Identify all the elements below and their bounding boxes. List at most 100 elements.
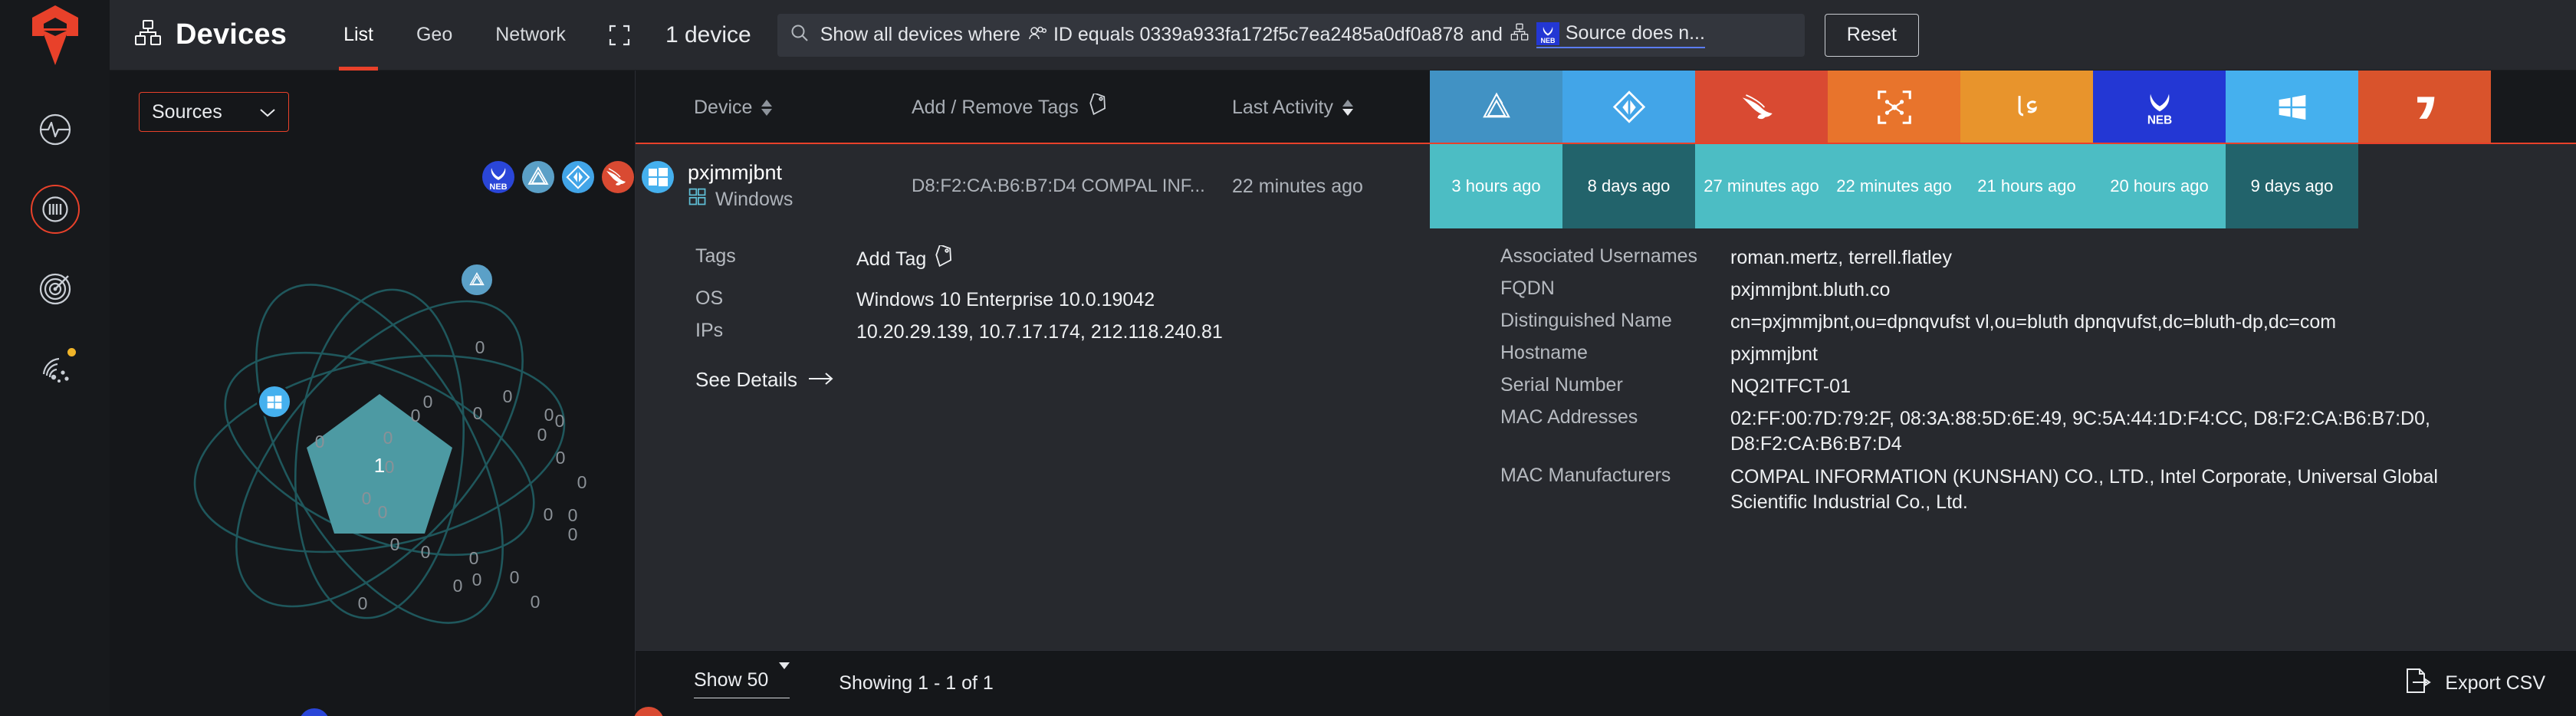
vectra-logo[interactable]	[25, 3, 86, 67]
expand-icon[interactable]	[603, 18, 636, 52]
export-csv-button[interactable]: Export CSV	[2405, 667, 2545, 700]
detail-label-ips: IPs	[695, 320, 724, 341]
detail-row-mac-manufacturers: MAC Manufacturers COMPAL INFORMATION (KU…	[1500, 465, 2541, 515]
sources-filter-label: Sources	[152, 100, 222, 123]
detail-label-mac-addresses: MAC Addresses	[1500, 406, 1638, 428]
main-column: Devices List Geo Network 1 device Show a…	[110, 0, 2576, 716]
tag-icon[interactable]	[1088, 91, 1108, 122]
detail-row-ips: IPs 10.20.29.139, 10.7.17.174, 212.118.2…	[695, 320, 1479, 345]
search-token-source-text: Source does n...	[1565, 22, 1705, 44]
export-csv-label: Export CSV	[2445, 672, 2545, 694]
top-bar: Devices List Geo Network 1 device Show a…	[110, 0, 2576, 71]
source-col-network-scan[interactable]	[1828, 71, 1960, 144]
svg-text:0: 0	[362, 488, 372, 508]
source-col-malwarebytes-neb[interactable]: NEB	[2093, 71, 2226, 144]
column-header-last-activity[interactable]: Last Activity	[1232, 71, 1430, 144]
tab-list-label: List	[343, 24, 373, 45]
crowdstrike-falcon-icon[interactable]	[602, 161, 634, 193]
svg-text:0: 0	[315, 432, 325, 452]
source-activity-tiles: 3 hours ago 8 days ago 27 minutes ago 22…	[1430, 144, 2491, 228]
sort-icon-desc[interactable]	[1342, 99, 1353, 116]
windows-icon	[688, 187, 708, 212]
svg-text:0: 0	[544, 405, 554, 425]
notification-dot	[67, 348, 76, 356]
windows-node[interactable]	[257, 384, 292, 419]
table-row[interactable]: pxjmmjbnt Windows D8:F2:CA:B6:B7:D4 COMP…	[636, 144, 2576, 228]
detail-label-os: OS	[695, 287, 724, 309]
sidebar-item-devices[interactable]	[30, 185, 80, 234]
column-header-device[interactable]: Device	[636, 71, 912, 144]
device-os-row: Windows	[688, 187, 793, 212]
sidebar-item-investigate[interactable]	[33, 347, 77, 391]
detail-label-fqdn: FQDN	[1500, 278, 1555, 299]
penrose-triangle-node[interactable]	[459, 262, 495, 297]
page-size-selector[interactable]: Show 50	[694, 662, 790, 698]
devices-tree-icon-small	[1510, 23, 1530, 47]
windows-icon[interactable]	[642, 161, 674, 193]
sidebar-item-activity[interactable]	[33, 107, 77, 152]
activity-tile-crowdstrike[interactable]: 27 minutes ago	[1695, 144, 1828, 228]
sort-icon[interactable]	[761, 99, 773, 116]
sources-filter-button[interactable]: Sources	[139, 92, 289, 132]
activity-tile-penrose[interactable]: 3 hours ago	[1430, 144, 1562, 228]
detail-value-associated-usernames: roman.mertz, terrell.flatley	[1730, 247, 1952, 268]
activity-tile-lastline[interactable]: 21 hours ago	[1960, 144, 2093, 228]
malwarebytes-neb-icon: NEB	[1536, 21, 1559, 45]
tab-network[interactable]: Network	[474, 0, 587, 71]
detail-row-associated-usernames: Associated Usernames roman.mertz, terrel…	[1500, 245, 2541, 271]
activity-tile-jamf[interactable]	[2358, 144, 2491, 228]
svg-text:0: 0	[358, 593, 368, 613]
penrose-triangle-icon[interactable]	[522, 161, 554, 193]
search-token-id: ID equals 0339a933fa172f5c7ea2485a0df0a8…	[1027, 24, 1464, 46]
malwarebytes-neb-node[interactable]: NEB	[297, 706, 332, 716]
crowdstrike-falcon-node[interactable]	[631, 705, 666, 716]
search-icon	[790, 23, 810, 47]
add-tag-button[interactable]: Add Tag	[856, 244, 954, 274]
tab-list[interactable]: List	[322, 0, 395, 71]
source-col-penrose[interactable]	[1430, 71, 1562, 144]
device-identity: pxjmmjbnt Windows	[688, 160, 793, 213]
column-header-tags-label: Add / Remove Tags	[912, 96, 1079, 118]
source-col-windows[interactable]	[2226, 71, 2358, 144]
column-header-device-label: Device	[694, 96, 753, 118]
svg-text:0: 0	[473, 403, 483, 423]
reset-button[interactable]: Reset	[1824, 13, 1919, 57]
source-col-crowdstrike[interactable]	[1695, 71, 1828, 144]
activity-tile-malwarebytes[interactable]: 20 hours ago	[2093, 144, 2226, 228]
malwarebytes-neb-icon[interactable]: NEB	[482, 161, 514, 193]
source-col-azure-ad[interactable]	[1562, 71, 1695, 144]
page-title: Devices	[176, 18, 288, 51]
source-col-lastline[interactable]	[1960, 71, 2093, 144]
column-header-tags[interactable]: Add / Remove Tags	[912, 71, 1232, 144]
group-id-icon	[1027, 24, 1047, 46]
source-col-jamf[interactable]	[2358, 71, 2491, 144]
detail-value-fqdn: pxjmmjbnt.bluth.co	[1730, 279, 1891, 301]
svg-text:0: 0	[537, 425, 547, 445]
device-last-activity-cell: 22 minutes ago	[1232, 175, 1363, 197]
see-details-link[interactable]: See Details	[695, 368, 1479, 392]
svg-text:0: 0	[555, 411, 565, 431]
detail-label-hostname: Hostname	[1500, 342, 1588, 363]
activity-tile-azure-ad[interactable]: 8 days ago	[1562, 144, 1695, 228]
search-input[interactable]: Show all devices where ID equals 0339a93…	[777, 13, 1805, 57]
detail-row-serial-number: Serial Number NQ2ITFCT-01	[1500, 374, 2541, 399]
svg-text:0: 0	[378, 502, 388, 522]
svg-text:0: 0	[531, 592, 540, 612]
search-token-id-text: ID equals 0339a933fa172f5c7ea2485a0df0a8…	[1053, 24, 1464, 45]
svg-text:0: 0	[390, 534, 400, 554]
view-tabs: List Geo Network	[322, 0, 587, 71]
detail-label-associated-usernames: Associated Usernames	[1500, 245, 1698, 267]
svg-text:0: 0	[421, 542, 431, 562]
detail-value-hostname: pxjmmjbnt	[1730, 343, 1818, 365]
see-details-label: See Details	[695, 368, 797, 391]
svg-text:NEB: NEB	[489, 182, 507, 192]
detail-row-tags: Tags Add Tag	[695, 244, 1479, 274]
svg-text:0: 0	[411, 406, 421, 425]
tab-geo[interactable]: Geo	[395, 0, 474, 71]
activity-tile-windows[interactable]: 9 days ago	[2226, 144, 2358, 228]
detail-value-serial-number: NQ2ITFCT-01	[1730, 376, 1851, 397]
azure-ad-icon[interactable]	[562, 161, 594, 193]
activity-tile-network-scan[interactable]: 22 minutes ago	[1828, 144, 1960, 228]
svg-text:NEB: NEB	[1540, 37, 1556, 44]
sidebar-item-detections[interactable]	[33, 267, 77, 311]
